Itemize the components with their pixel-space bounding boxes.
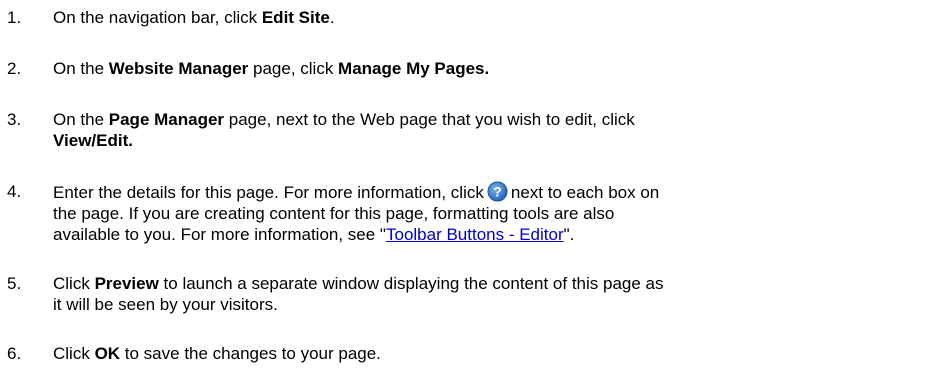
ui-term-view-edit: View/Edit. <box>53 131 133 150</box>
ui-term-page-manager: Page Manager <box>108 110 225 129</box>
ui-term-ok: OK <box>94 344 121 363</box>
step-text-segment: to launch a separate window displaying t… <box>158 274 664 293</box>
step-number: 6. <box>7 344 22 363</box>
step-number: 5. <box>7 274 22 293</box>
step-text-segment: On the <box>53 110 109 129</box>
step-text: On the Website Manager page, click Manag… <box>53 58 913 79</box>
ui-term-edit-site: Edit Site <box>261 8 330 27</box>
step-text: Click Preview to launch a separate windo… <box>53 273 913 315</box>
help-question-icon: ? <box>487 181 508 202</box>
step-text-segment: next to each box on <box>510 183 660 202</box>
step-number: 1. <box>7 8 22 27</box>
step-text: Click OK to save the changes to your pag… <box>53 343 913 364</box>
step-number: 3. <box>7 110 22 129</box>
step-text-segment: On the navigation bar, click <box>53 8 262 27</box>
step-text-segment: available to you. For more information, … <box>53 225 386 244</box>
ui-term-website-manager: Website Manager <box>108 59 249 78</box>
step-text-segment: page, click <box>248 59 339 78</box>
step-number: 4. <box>7 182 22 201</box>
step-text: Enter the details for this page. For mor… <box>53 181 913 245</box>
svg-text:?: ? <box>493 184 502 200</box>
ui-term-preview: Preview <box>94 274 159 293</box>
step-text-segment: Click <box>53 274 95 293</box>
step-text-segment: . <box>329 8 335 27</box>
step-text-segment: ". <box>563 225 575 244</box>
toolbar-buttons-editor-link[interactable]: Toolbar Buttons - Editor <box>386 225 564 244</box>
ui-term-manage-my-pages: Manage My Pages. <box>338 59 490 78</box>
step-text-segment: Click <box>53 344 95 363</box>
step-text-segment: to save the changes to your page. <box>120 344 381 363</box>
step-text: On the Page Manager page, next to the We… <box>53 109 913 151</box>
step-text-segment: page, next to the Web page that you wish… <box>224 110 635 129</box>
step-number: 2. <box>7 59 22 78</box>
step-text-segment: Enter the details for this page. For mor… <box>53 183 484 202</box>
step-text-segment: the page. If you are creating content fo… <box>53 204 615 223</box>
step-text-segment: it will be seen by your visitors. <box>53 295 278 314</box>
step-text-segment: On the <box>53 59 109 78</box>
step-text: On the navigation bar, click Edit Site. <box>53 7 913 28</box>
